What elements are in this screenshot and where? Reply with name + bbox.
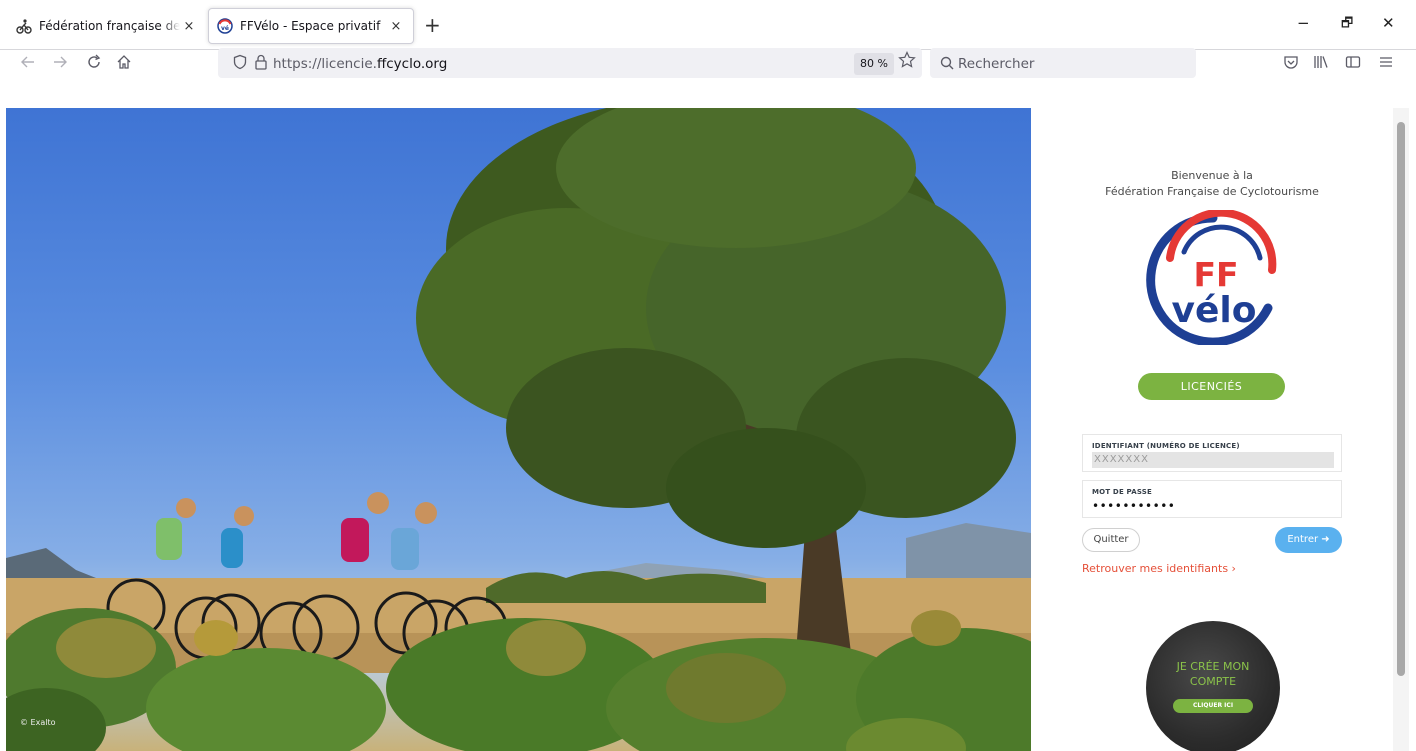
password-input[interactable]: ••••••••••• xyxy=(1092,499,1175,513)
tab-title: FFVélo - Espace privatif xyxy=(240,19,381,33)
click-here-button[interactable]: CLIQUER ICI xyxy=(1173,699,1253,713)
library-icon[interactable] xyxy=(1313,54,1329,74)
create-account-badge[interactable]: JE CRÉE MON COMPTE CLIQUER ICI xyxy=(1146,621,1280,751)
tab-ffcyclo[interactable]: Fédération française de cyclotourisme × xyxy=(8,8,206,44)
welcome-line-1: Bienvenue à la xyxy=(1171,169,1253,182)
identifier-label: IDENTIFIANT (NUMÉRO DE LICENCE) xyxy=(1092,442,1240,450)
logo-velo: vélo xyxy=(1172,290,1257,331)
hamburger-menu-icon[interactable] xyxy=(1378,54,1394,74)
licencies-button[interactable]: LICENCIÉS xyxy=(1138,373,1285,400)
url-text[interactable]: https://licencie.ffcyclo.org xyxy=(273,56,447,72)
svg-text:vé: vé xyxy=(221,25,229,32)
welcome-line-2: Fédération Française de Cyclotourisme xyxy=(1105,185,1319,198)
hero-photo xyxy=(6,108,1031,751)
lock-icon[interactable] xyxy=(254,54,268,74)
pocket-icon[interactable] xyxy=(1283,54,1299,74)
home-icon[interactable] xyxy=(116,54,132,75)
forward-arrow-icon[interactable] xyxy=(52,54,68,75)
ffvelo-logo-icon: vé xyxy=(217,18,233,34)
identifier-field[interactable]: IDENTIFIANT (NUMÉRO DE LICENCE) XXXXXXX xyxy=(1082,434,1342,472)
logo-ff: FF xyxy=(1193,255,1238,294)
cyclist-icon xyxy=(16,18,32,34)
scrollbar-thumb[interactable] xyxy=(1397,122,1405,676)
url-prefix: https://licencie. xyxy=(273,56,377,72)
new-tab-button[interactable]: + xyxy=(424,15,441,35)
reload-icon[interactable] xyxy=(86,54,102,75)
tab-close-icon[interactable]: × xyxy=(387,19,405,34)
sidebar-icon[interactable] xyxy=(1345,54,1361,74)
tab-title: Fédération française de cyclotourisme xyxy=(39,19,180,33)
zoom-level-badge[interactable]: 80 % xyxy=(854,53,894,75)
password-label: MOT DE PASSE xyxy=(1092,488,1153,496)
close-window-button[interactable]: ✕ xyxy=(1382,14,1395,32)
bookmark-star-icon[interactable] xyxy=(898,51,916,74)
hero-illustration xyxy=(6,108,1031,751)
search-placeholder[interactable]: Rechercher xyxy=(958,56,1034,72)
quit-button[interactable]: Quitter xyxy=(1082,528,1140,552)
restore-button[interactable]: 🗗 xyxy=(1341,14,1353,36)
url-domain: ffcyclo.org xyxy=(376,56,448,72)
recover-credentials-link[interactable]: Retrouver mes identifiants › xyxy=(1082,562,1236,575)
minimize-button[interactable]: − xyxy=(1297,14,1310,32)
password-field[interactable]: MOT DE PASSE ••••••••••• xyxy=(1082,480,1342,518)
enter-button[interactable]: Entrer ➜ xyxy=(1275,527,1342,553)
back-arrow-icon[interactable] xyxy=(20,54,36,75)
welcome-text: Bienvenue à la Fédération Française de C… xyxy=(1080,168,1344,200)
identifier-input[interactable]: XXXXXXX xyxy=(1092,452,1334,468)
create-account-line-2: COMPTE xyxy=(1189,675,1237,688)
tab-close-icon[interactable]: × xyxy=(180,19,198,34)
create-account-line-1: JE CRÉE MON xyxy=(1176,660,1250,673)
search-icon xyxy=(940,55,954,74)
tracking-shield-icon[interactable] xyxy=(232,54,248,74)
window-edge xyxy=(1409,108,1416,751)
ffvelo-logo: FF vélo xyxy=(1140,208,1285,349)
create-account-text: JE CRÉE MON COMPTE xyxy=(1146,659,1280,689)
tab-ffvelo-espace-privatif[interactable]: vé FFVélo - Espace privatif × xyxy=(208,8,414,44)
photo-copyright: © Exalto xyxy=(20,718,56,727)
